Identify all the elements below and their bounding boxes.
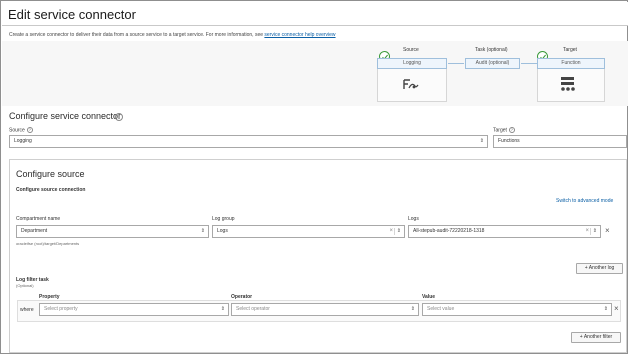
description-text: Create a service connector to deliver th… [9,32,263,38]
another-filter-label: Another filter [583,334,613,340]
target-node-value: Function [537,58,605,69]
chevron-icon: ⇕ [220,306,225,312]
configure-connector-title: Configure service connector [9,111,122,121]
configure-source-title: Configure source [16,169,85,179]
info-icon[interactable]: i [115,113,123,121]
chevron-icon: ⇕ [410,306,415,312]
source-field-label: Source? [9,127,33,133]
task-node-value[interactable]: Audit (optional) [465,58,520,69]
select-separator [590,228,591,235]
log-group-select[interactable]: Logs × ⇕ [212,225,405,238]
another-log-button[interactable]: + Another log [576,263,623,274]
help-overview-link[interactable]: service connector help overview [264,32,335,38]
chevron-icon: ⇕ [603,306,608,312]
source-node-header: Source [403,47,419,53]
property-placeholder: Select property [44,306,78,312]
compartment-label: Compartment name [16,216,61,222]
help-icon[interactable]: ? [508,127,515,133]
advanced-mode-link[interactable]: Switch to advanced mode [556,198,613,204]
target-select[interactable]: Functions [493,135,627,148]
connector-line-2 [521,63,537,64]
log-group-label: Log group [212,216,235,222]
target-node-header: Target [563,47,577,53]
log-group-value: Logs [217,228,228,234]
value-select[interactable]: Select value ⇕ [422,303,612,316]
configure-source-panel [9,159,627,353]
compartment-value: Department [21,228,48,234]
logs-label: Logs [408,216,419,222]
chevron-icon: ⇕ [479,138,484,144]
another-filter-button[interactable]: + Another filter [571,332,621,343]
clear-icon[interactable]: × [585,226,589,237]
source-select-value: Logging [14,138,32,144]
function-icon [561,77,575,91]
target-label-text: Target [493,127,507,134]
task-node-header: Task (optional) [475,47,508,53]
where-label: where [20,307,34,313]
configure-source-subtitle: Configure source connection [16,187,86,193]
source-select[interactable]: Logging ⇕ [9,135,488,148]
help-icon[interactable]: ? [26,127,33,133]
compartment-select[interactable]: Department ⇕ [16,225,209,238]
operator-label: Operator [231,294,253,300]
logs-select[interactable]: All-stepub-audit-72220218-1318 × ⇕ [408,225,601,238]
target-node-card[interactable]: Function [537,58,605,102]
chevron-icon: ⇕ [592,228,597,234]
value-placeholder: Select value [427,306,455,312]
operator-placeholder: Select operator [236,306,270,312]
title-bar: Edit service connector [2,2,628,26]
source-node-value: Logging [377,58,447,69]
connector-flow-diagram: Source Logging Task (optional) Audit (op… [2,41,628,106]
chevron-icon: ⇕ [396,228,401,234]
logging-icon [403,79,419,89]
property-select[interactable]: Select property ⇕ [39,303,229,316]
source-node-card[interactable]: Logging [377,58,447,102]
target-field-label: Target? [493,127,515,133]
remove-filter-close-icon[interactable]: × [614,305,619,313]
connector-line-1 [448,63,464,64]
page-title: Edit service connector [8,7,136,22]
clear-icon[interactable]: × [389,226,393,237]
logs-value: All-stepub-audit-72220218-1318 [413,228,485,234]
chevron-icon: ⇕ [200,228,205,234]
source-label-text: Source [9,127,25,134]
remove-log-close-icon[interactable]: × [605,227,610,235]
page-description: Create a service connector to deliver th… [9,32,336,38]
select-separator [394,228,395,235]
operator-select[interactable]: Select operator ⇕ [231,303,419,316]
log-filter-optional: (Optional) [16,283,34,288]
property-label: Property [39,294,60,300]
another-log-label: Another log [588,265,615,271]
dialog-frame: Edit service connector Create a service … [0,0,628,354]
target-select-value: Functions [498,138,520,144]
value-label: Value [422,294,436,300]
compartment-path: oracleifse (root)/target/Departments [16,241,80,246]
